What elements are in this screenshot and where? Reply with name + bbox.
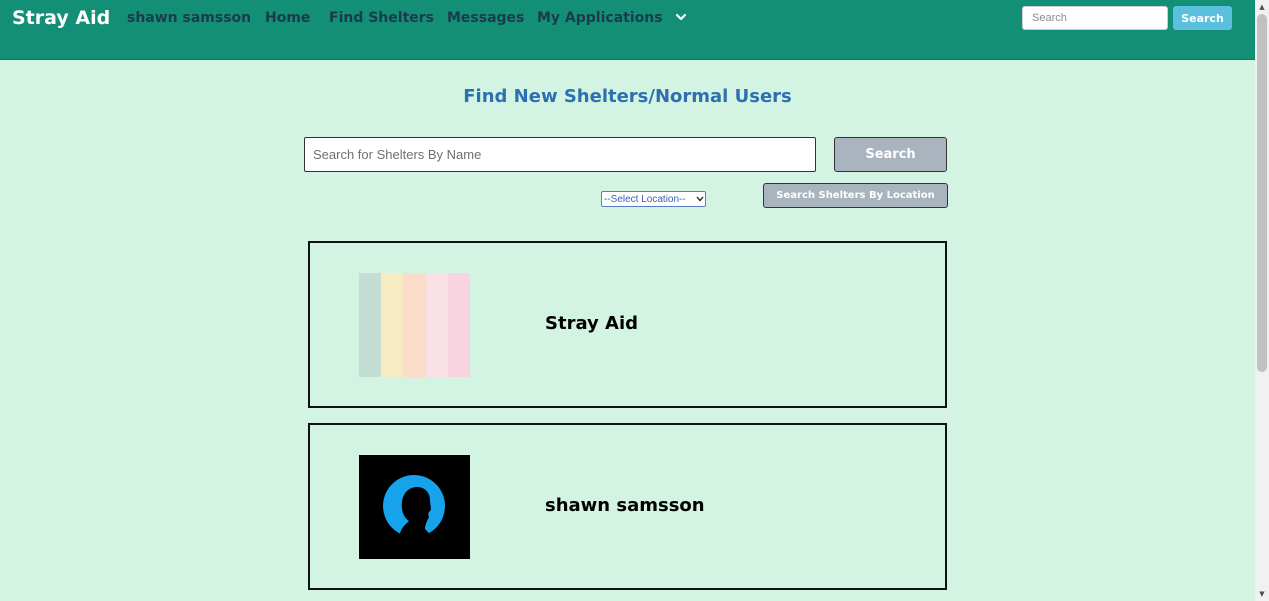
- nav-link-my-applications[interactable]: My Applications: [537, 10, 663, 26]
- shelter-search-button[interactable]: Search: [834, 137, 947, 172]
- scrollbar-thumb[interactable]: [1257, 14, 1267, 372]
- select-chevron-icon: [695, 195, 705, 204]
- nav-link-find-shelters[interactable]: Find Shelters: [329, 10, 434, 26]
- brand-logo[interactable]: Stray Aid: [12, 7, 110, 29]
- scroll-up-arrow-icon[interactable]: ▲: [1255, 0, 1269, 14]
- result-card[interactable]: Stray Aid: [308, 241, 947, 408]
- page-scrollbar[interactable]: ▲ ▼: [1255, 0, 1269, 601]
- shelter-logo-image: [359, 273, 470, 377]
- search-by-location-button[interactable]: Search Shelters By Location: [763, 183, 948, 208]
- nav-user-name[interactable]: shawn samsson: [127, 10, 251, 26]
- location-select[interactable]: --Select Location--: [601, 191, 706, 207]
- page-title: Find New Shelters/Normal Users: [463, 86, 792, 107]
- nav-link-messages[interactable]: Messages: [447, 10, 524, 26]
- result-card[interactable]: shawn samsson: [308, 423, 947, 590]
- nav-link-home[interactable]: Home: [265, 10, 310, 26]
- navbar-search-button[interactable]: Search: [1173, 6, 1232, 30]
- chevron-down-icon[interactable]: [674, 9, 688, 23]
- result-name[interactable]: Stray Aid: [545, 313, 638, 334]
- navbar-search-input[interactable]: [1022, 6, 1168, 30]
- top-navbar: Stray Aid shawn samsson Home Find Shelte…: [0, 0, 1255, 60]
- result-name[interactable]: shawn samsson: [545, 495, 705, 516]
- scroll-down-arrow-icon[interactable]: ▼: [1255, 587, 1269, 601]
- location-select-value: --Select Location--: [604, 193, 686, 205]
- user-avatar-image: [359, 455, 470, 559]
- shelter-name-search-input[interactable]: [304, 137, 816, 172]
